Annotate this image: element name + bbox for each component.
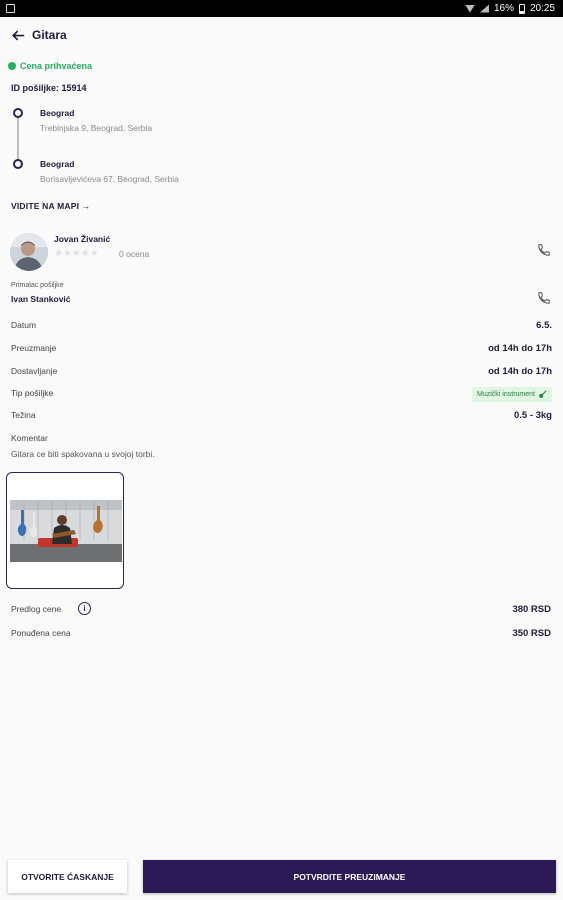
shipment-type-badge: Muzički instrument (472, 387, 552, 402)
offered-price-value: 350 RSD (512, 628, 551, 639)
comment-label: Komentar (11, 433, 48, 443)
battery-percent: 16% (493, 3, 514, 14)
driver-name: Jovan Živanić (54, 234, 111, 244)
pickup-location: Beograd Trebinjska 9, Beograd, Serbia (40, 108, 152, 133)
dropoff-location: Beograd Borisavljevićeva 67, Beograd, Se… (40, 159, 179, 184)
guitar-icon (539, 390, 547, 398)
detail-label-type: Tip pošiljke (11, 388, 54, 398)
detail-label-weight: Težina (11, 410, 36, 420)
detail-label-delivery: Dostavljanje (11, 366, 58, 376)
phone-icon (538, 244, 550, 256)
page-title: Gitara (32, 28, 67, 42)
detail-value-delivery: od 14h do 17h (488, 366, 552, 377)
suggested-price-label: Predlog cene (11, 604, 62, 614)
status-badge: Cena prihvaćena (8, 61, 92, 71)
app-bar: Gitara (0, 17, 563, 53)
wifi-icon (464, 4, 475, 13)
call-driver-button[interactable] (535, 241, 553, 259)
pickup-city: Beograd (40, 108, 75, 118)
receiver-label: Primalac pošiljke (11, 282, 64, 289)
rating-stars: ★★★★★ (54, 248, 99, 259)
receiver-name: Ivan Stanković (11, 294, 71, 304)
offered-price-label: Ponuđena cena (11, 628, 71, 638)
status-dot-icon (8, 62, 16, 70)
phone-icon (538, 292, 550, 304)
pickup-node-icon (13, 108, 23, 118)
route-line (17, 113, 19, 163)
pickup-address: Trebinjska 9, Beograd, Serbia (40, 123, 153, 133)
signal-icon (479, 4, 489, 13)
dropoff-node-icon (13, 159, 23, 169)
detail-value-weight: 0.5 - 3kg (513, 410, 552, 421)
shipment-photo-card[interactable] (6, 472, 124, 589)
clock: 20:25 (529, 3, 555, 14)
back-button[interactable] (4, 21, 32, 49)
arrow-left-icon (11, 29, 24, 41)
suggested-price-value: 380 RSD (512, 604, 551, 615)
dropoff-city: Beograd (40, 159, 75, 169)
shipment-id: ID pošiljke: 15914 (11, 83, 87, 93)
dropoff-address: Borisavljevićeva 67, Beograd, Serbia (40, 174, 179, 184)
open-chat-button[interactable]: OTVORITE ĆASKANJE (8, 860, 127, 893)
status-text: Cena prihvaćena (20, 61, 93, 71)
detail-value-date: 6.5. (536, 320, 552, 331)
shipment-photo (10, 500, 122, 562)
shipment-type-text: Muzički instrument (477, 391, 535, 398)
detail-label-date: Datum (11, 320, 37, 330)
comment-text: Gitara ce biti spakovana u svojoj torbi. (11, 449, 155, 459)
detail-value-pickup: od 14h do 17h (488, 343, 552, 354)
call-receiver-button[interactable] (535, 289, 553, 307)
driver-avatar (10, 233, 48, 271)
detail-label-pickup: Preuzmanje (11, 343, 57, 353)
system-status-bar: 16% 20:25 (0, 0, 563, 17)
confirm-pickup-button[interactable]: POTVRDITE PREUZIMANJE (143, 860, 556, 893)
view-on-map-link[interactable]: VIDITE NA MAPI → (11, 201, 90, 211)
rating-count: 0 ocena (119, 249, 150, 259)
info-icon[interactable]: i (78, 602, 91, 615)
notification-icon (6, 4, 15, 13)
battery-icon (518, 3, 525, 14)
